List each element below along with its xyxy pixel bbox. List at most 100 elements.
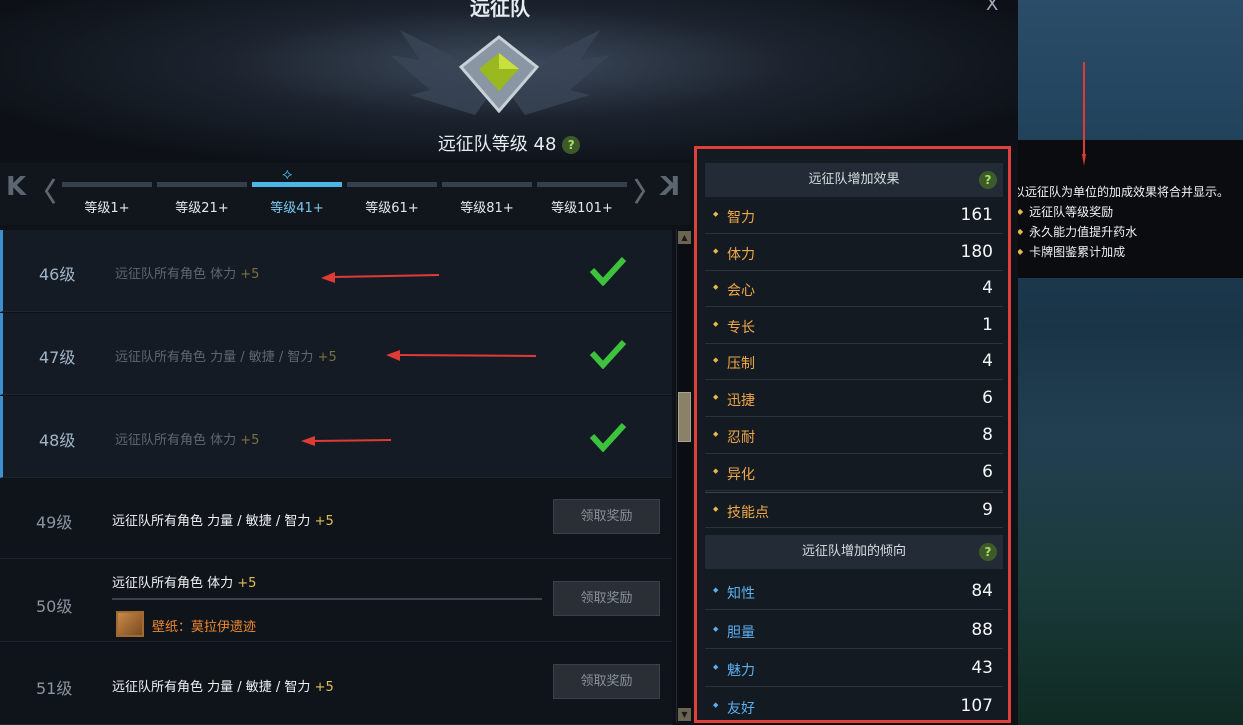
row-level: 48级 <box>39 431 76 450</box>
first-page-icon[interactable]: K <box>6 172 26 202</box>
tab-level-101[interactable]: 等级101+ <box>537 182 627 216</box>
stat-name: 忍耐 <box>713 427 755 447</box>
row-level: 51级 <box>36 679 73 698</box>
stat-row: 压制 4 <box>705 344 1003 380</box>
stat-value: 161 <box>960 205 993 225</box>
tab-label: 等级81+ <box>460 201 514 216</box>
reward-row: 50级 远征队所有角色 体力 +5 壁纸：莫拉伊遗迹 领取奖励 <box>0 560 672 642</box>
window-title: 远征队 <box>470 0 530 20</box>
stat-name: 体力 <box>713 244 755 264</box>
row-divider <box>112 598 542 600</box>
stats-panel: 远征队增加效果 ? 智力 161 体力 180 会心 4 专长 1 压制 4 迅捷 6 忍耐… <box>694 146 1011 723</box>
stat-name: 异化 <box>713 464 755 484</box>
stat-row: 会心 4 <box>705 271 1003 307</box>
effects-header: 远征队增加效果 ? <box>705 163 1003 197</box>
row-desc: 远征队所有角色 体力 +5 <box>112 572 256 591</box>
row-bonus: +5 <box>237 576 257 591</box>
reward-name: 壁纸：莫拉伊遗迹 <box>152 620 257 635</box>
close-button[interactable]: X <box>986 0 998 15</box>
prev-page-icon[interactable]: 〈 <box>30 172 56 209</box>
stat-name: 技能点 <box>713 502 769 522</box>
stat-row: 迅捷 6 <box>705 381 1003 417</box>
reward-row: 47级 远征队所有角色 力量 / 敏捷 / 智力 +5 <box>0 313 672 395</box>
bonus-tooltip: 以远征队为单位的加成效果将合并显示。 远征队等级奖励 永久能力值提升药水 卡牌图… <box>1013 182 1241 262</box>
wallpaper-reward-icon[interactable] <box>116 611 144 637</box>
stat-row: 智力 161 <box>705 198 1003 234</box>
stat-value: 107 <box>960 696 993 716</box>
tab-bar <box>537 182 627 187</box>
row-desc-text: 远征队所有角色 体力 <box>112 576 234 591</box>
next-page-icon-glyph: 〉 <box>634 178 661 208</box>
stat-value: 84 <box>971 581 993 601</box>
stat-value: 43 <box>971 658 993 678</box>
row-desc-text: 远征队所有角色 力量 / 敏捷 / 智力 <box>115 350 314 365</box>
scroll-up-icon[interactable]: ▲ <box>678 231 691 244</box>
row-bonus: +5 <box>240 267 260 282</box>
row-bonus: +5 <box>314 680 334 695</box>
row-bonus: +5 <box>240 433 260 448</box>
tab-level-41[interactable]: 等级41+ <box>252 182 342 216</box>
stat-name: 知性 <box>713 583 755 603</box>
scroll-down-icon[interactable]: ▼ <box>678 708 691 721</box>
stat-value: 4 <box>982 278 993 298</box>
stat-value: 4 <box>982 351 993 371</box>
annotation-arrow <box>386 350 536 361</box>
row-desc-text: 远征队所有角色 体力 <box>115 433 237 448</box>
game-background <box>1018 0 1243 725</box>
tab-level-81[interactable]: 等级81+ <box>442 182 532 216</box>
list-scrollbar[interactable]: ▲ ▼ <box>676 230 692 722</box>
row-level: 46级 <box>39 265 76 284</box>
tab-label: 等级41+ <box>270 201 324 216</box>
help-icon[interactable]: ? <box>562 136 581 154</box>
stat-row: 体力 180 <box>705 235 1003 271</box>
reward-row: 48级 远征队所有角色 体力 +5 <box>0 396 672 478</box>
help-icon[interactable]: ? <box>979 171 997 189</box>
stat-name: 专长 <box>713 317 755 337</box>
scroll-thumb[interactable] <box>678 392 691 442</box>
stat-row: 异化 6 <box>705 455 1003 491</box>
row-desc: 远征队所有角色 体力 +5 <box>115 263 259 282</box>
stat-value: 1 <box>982 315 993 335</box>
row-bonus: +5 <box>317 350 337 365</box>
claim-reward-button[interactable]: 领取奖励 <box>553 581 660 616</box>
row-level: 47级 <box>39 348 76 367</box>
tooltip-text: 以远征队为单位的加成效果将合并显示。 <box>1013 185 1230 199</box>
tab-label: 等级101+ <box>551 201 613 216</box>
stat-name: 友好 <box>713 698 755 718</box>
help-icon[interactable]: ? <box>979 543 997 561</box>
stat-value: 6 <box>982 388 993 408</box>
claim-reward-button[interactable]: 领取奖励 <box>553 664 660 699</box>
next-page-icon[interactable]: 〉 <box>634 172 660 209</box>
last-page-icon[interactable]: K <box>660 172 680 202</box>
reward-row: 46级 远征队所有角色 体力 +5 <box>0 230 672 312</box>
prev-page-icon-glyph: 〈 <box>30 178 57 208</box>
claimed-check-icon <box>589 256 627 286</box>
row-level: 49级 <box>36 513 73 532</box>
reward-list: 46级 远征队所有角色 体力 +5 47级 远征队所有角色 力量 / 敏捷 / … <box>0 230 672 725</box>
tab-bar <box>62 182 152 187</box>
tab-level-1[interactable]: 等级1+ <box>62 182 152 216</box>
row-desc: 远征队所有角色 力量 / 敏捷 / 智力 +5 <box>112 510 334 529</box>
tab-bar <box>347 182 437 187</box>
panel-header: 远征队 X 远征队等级 48 ? <box>0 0 1018 160</box>
stat-name: 迅捷 <box>713 390 755 410</box>
claimed-check-icon <box>589 339 627 369</box>
claim-reward-button[interactable]: 领取奖励 <box>553 499 660 534</box>
tendency-row: 友好 107 <box>705 689 1003 725</box>
claimed-check-icon <box>589 422 627 452</box>
annotation-arrow <box>301 436 391 446</box>
row-desc: 远征队所有角色 体力 +5 <box>115 429 259 448</box>
reward-row: 49级 远征队所有角色 力量 / 敏捷 / 智力 +5 领取奖励 <box>0 479 672 559</box>
tendency-title: 远征队增加的倾向 <box>801 544 906 559</box>
tab-level-21[interactable]: 等级21+ <box>157 182 247 216</box>
stat-value: 180 <box>960 242 993 262</box>
level-gem-icon <box>458 35 540 113</box>
tab-level-61[interactable]: 等级61+ <box>347 182 437 216</box>
tendency-row: 胆量 88 <box>705 613 1003 649</box>
row-desc: 远征队所有角色 力量 / 敏捷 / 智力 +5 <box>112 676 334 695</box>
row-desc-text: 远征队所有角色 体力 <box>115 267 237 282</box>
effects-title: 远征队增加效果 <box>808 172 900 187</box>
level-text: 远征队等级 48 <box>437 134 557 155</box>
expedition-panel: 远征队 X 远征队等级 48 ? K 〈 ⟡ 等级1+ 等级21+ 等级41+ … <box>0 0 1018 725</box>
row-level: 50级 <box>36 597 73 616</box>
